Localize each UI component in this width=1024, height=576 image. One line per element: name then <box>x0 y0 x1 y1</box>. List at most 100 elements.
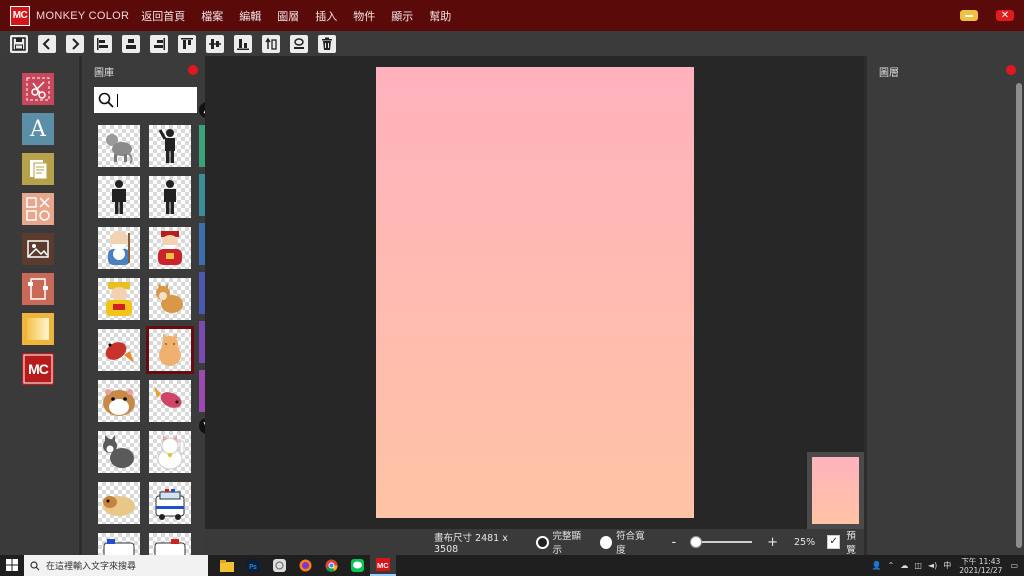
menu-edit[interactable]: 編輯 <box>239 8 261 24</box>
app-icon[interactable] <box>266 555 292 576</box>
system-tray: 👤 ⌃ ☁ ◫ ◄) 中 下午 11:43 2021/12/27 ▭ <box>872 555 1018 576</box>
layers-panel: 圖層 <box>864 56 1024 555</box>
thumb-god-gold[interactable] <box>98 278 140 320</box>
thumb-monkey[interactable] <box>98 125 140 167</box>
zoom-out-button[interactable]: - <box>671 535 676 550</box>
title-bar: MC MONKEY COLOR 返回首頁 檔案 編輯 圖層 插入 物件 顯示 幫… <box>0 0 1024 31</box>
preview-label: 預覽 <box>846 531 856 556</box>
mc-tool-label: MC <box>28 361 49 377</box>
chrome-icon[interactable] <box>318 555 344 576</box>
align-middle-icon[interactable] <box>206 34 224 53</box>
zoom-slider[interactable] <box>690 536 753 548</box>
zoom-slider-knob[interactable] <box>690 536 703 548</box>
windows-start-icon[interactable] <box>6 559 18 571</box>
crop-tool-icon[interactable] <box>22 73 54 105</box>
redo-icon[interactable] <box>66 34 84 53</box>
app-logo: MC <box>10 5 30 26</box>
notification-icon[interactable]: ▭ <box>1010 561 1018 570</box>
shapes-tool-icon[interactable] <box>22 193 54 225</box>
gallery-thumbnails <box>95 124 207 555</box>
align-center-icon[interactable] <box>122 34 140 53</box>
search-caret <box>117 93 118 107</box>
thumb-shiba-dog[interactable] <box>149 278 191 320</box>
zoom-value: 25% <box>794 536 816 548</box>
zoom-in-button[interactable]: + <box>767 535 778 550</box>
canvas-page[interactable] <box>376 67 694 518</box>
tray-up-icon[interactable]: ⌃ <box>888 561 895 570</box>
fit-width-label: 符合寬度 <box>616 531 645 556</box>
thumb-god-of-longevity[interactable] <box>98 227 140 269</box>
gallery-close-dot[interactable] <box>188 65 198 75</box>
gradient-tool-icon[interactable] <box>22 313 54 345</box>
thumb-person-standing[interactable] <box>98 176 140 218</box>
thumb-red-fish[interactable] <box>98 329 140 371</box>
layer-icon[interactable] <box>290 34 308 53</box>
full-view-radio[interactable] <box>536 535 549 549</box>
menu-layer[interactable]: 圖層 <box>277 8 299 24</box>
ime-indicator[interactable]: 中 <box>943 560 951 571</box>
menu-help[interactable]: 幫助 <box>429 8 451 24</box>
weather-icon[interactable]: ☁ <box>900 561 908 570</box>
frame-tool-icon[interactable] <box>22 273 54 305</box>
thumb-hamster[interactable] <box>98 380 140 422</box>
clock-time: 下午 11:43 <box>961 556 1001 566</box>
search-icon <box>98 92 114 108</box>
layers-scrollbar[interactable] <box>1016 83 1022 548</box>
align-left-icon[interactable] <box>94 34 112 53</box>
gallery-search-input[interactable] <box>94 87 197 113</box>
thumb-grey-cat[interactable] <box>98 431 140 473</box>
preview-checkbox[interactable]: ✓ <box>827 535 841 549</box>
gallery-title: 圖庫 <box>94 68 114 79</box>
file-explorer-icon[interactable] <box>214 555 240 576</box>
thumb-lucky-cat[interactable] <box>149 431 191 473</box>
paste-tool-icon[interactable] <box>22 153 54 185</box>
undo-icon[interactable] <box>38 34 56 53</box>
firefox-icon[interactable] <box>292 555 318 576</box>
canvas-size-label: 畫布尺寸 2481 x 3508 <box>434 532 508 555</box>
network-icon[interactable]: ◫ <box>914 561 922 570</box>
thumb-person-standing-2[interactable] <box>149 176 191 218</box>
monkey-color-taskbar-icon[interactable]: MC <box>370 555 396 576</box>
menu-file[interactable]: 檔案 <box>201 8 223 24</box>
photoshop-icon[interactable]: Ps <box>240 555 266 576</box>
menu-home[interactable]: 返回首頁 <box>141 8 185 24</box>
thumb-red-fish-2[interactable] <box>149 380 191 422</box>
people-icon[interactable]: 👤 <box>872 561 882 570</box>
svg-text:Ps: Ps <box>249 563 257 571</box>
thumb-guinea-pig[interactable] <box>98 482 140 524</box>
flip-icon[interactable] <box>262 34 280 53</box>
image-tool-icon[interactable] <box>22 233 54 265</box>
thumb-bus[interactable] <box>98 533 140 555</box>
thumb-police-car[interactable] <box>149 482 191 524</box>
taskbar-search-input[interactable]: 在這裡輸入文字來搜尋 <box>24 555 208 576</box>
thumb-person-waving[interactable] <box>149 125 191 167</box>
align-bottom-icon[interactable] <box>234 34 252 53</box>
layers-title: 圖層 <box>879 68 899 79</box>
menu-insert[interactable]: 插入 <box>315 8 337 24</box>
taskbar-clock[interactable]: 下午 11:43 2021/12/27 <box>959 557 1002 575</box>
thumb-orange-cat[interactable] <box>146 326 194 374</box>
menu-view[interactable]: 顯示 <box>391 8 413 24</box>
layers-close-dot[interactable] <box>1006 65 1016 75</box>
gallery-panel: 圖庫 <box>79 56 205 555</box>
minimize-button[interactable] <box>960 10 978 21</box>
close-button[interactable]: ✕ <box>996 10 1014 21</box>
canvas-preview-thumbnail[interactable] <box>807 452 864 529</box>
thumb-god-of-wealth[interactable] <box>149 227 191 269</box>
clock-date: 2021/12/27 <box>959 565 1003 575</box>
volume-icon[interactable]: ◄) <box>928 561 937 570</box>
app-brand: MONKEY COLOR <box>36 9 130 22</box>
taskbar-apps: Ps MC <box>214 555 396 576</box>
mc-logo-icon[interactable]: MC <box>22 353 54 385</box>
trash-icon[interactable] <box>318 34 336 53</box>
thumb-truck[interactable] <box>149 533 191 555</box>
text-tool-icon[interactable]: A <box>22 113 54 145</box>
menu-bar: 返回首頁 檔案 編輯 圖層 插入 物件 顯示 幫助 <box>141 8 467 24</box>
toolbar <box>0 31 1024 56</box>
align-top-icon[interactable] <box>178 34 196 53</box>
menu-object[interactable]: 物件 <box>353 8 375 24</box>
save-icon[interactable] <box>10 34 28 53</box>
fit-width-radio[interactable] <box>599 535 613 549</box>
line-app-icon[interactable] <box>344 555 370 576</box>
align-right-icon[interactable] <box>150 34 168 53</box>
